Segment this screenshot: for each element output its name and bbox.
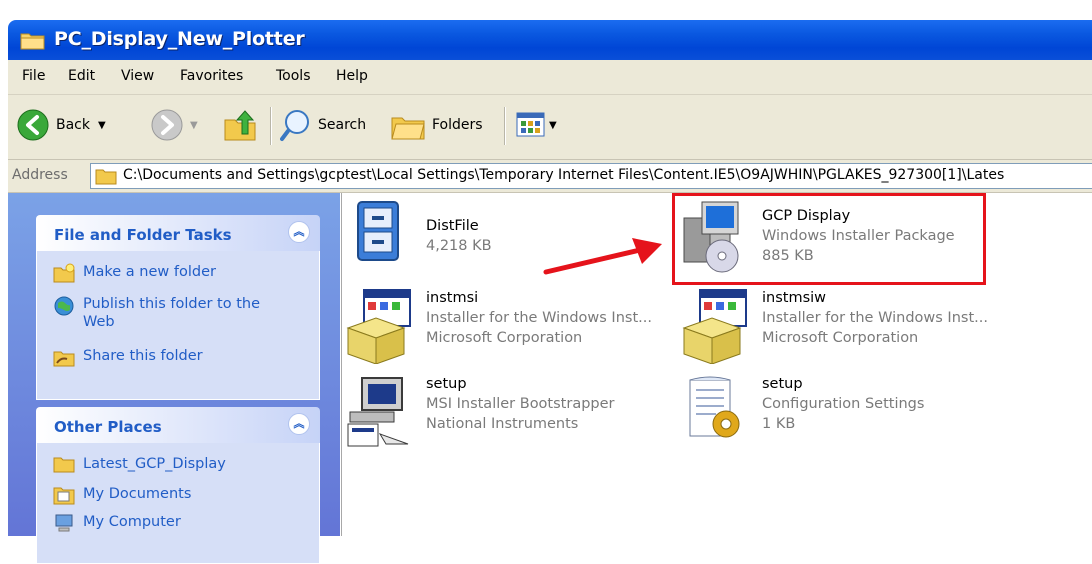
folder-icon bbox=[95, 169, 117, 185]
menu-view[interactable]: View bbox=[121, 68, 154, 84]
address-field[interactable]: C:\Documents and Settings\gcptest\Local … bbox=[90, 163, 1092, 189]
my-computer-icon bbox=[55, 514, 73, 532]
file-item-distfile[interactable]: DistFile 4,218 KB bbox=[352, 200, 492, 270]
panel-body: Latest_GCP_Display My Documents My Compu… bbox=[36, 443, 320, 564]
panel-title: Other Places bbox=[54, 418, 162, 436]
forward-arrow-icon bbox=[151, 109, 183, 141]
setup-computer-icon bbox=[347, 377, 409, 447]
task-label: Share this folder bbox=[83, 348, 203, 364]
file-size: 4,218 KB bbox=[426, 238, 492, 254]
folders-button[interactable]: Folders bbox=[390, 105, 483, 145]
up-folder-button[interactable] bbox=[222, 105, 258, 145]
menu-file[interactable]: File bbox=[22, 68, 45, 84]
panel-header[interactable]: File and Folder Tasks ︽ bbox=[36, 215, 320, 251]
file-item-setup-exe[interactable]: setup MSI Installer Bootstrapper Nationa… bbox=[346, 374, 615, 454]
installer-exe-icon bbox=[346, 289, 411, 365]
file-name: DistFile bbox=[426, 218, 479, 234]
highlight-box bbox=[672, 193, 986, 285]
share-folder-icon bbox=[53, 351, 75, 367]
folders-label: Folders bbox=[432, 117, 483, 133]
file-type: Configuration Settings bbox=[762, 396, 925, 412]
file-company: Microsoft Corporation bbox=[762, 330, 919, 346]
place-latest-gcp-display[interactable]: Latest_GCP_Display bbox=[53, 455, 226, 473]
views-dropdown-icon[interactable]: ▼ bbox=[549, 120, 557, 131]
file-item-instmsi[interactable]: instmsi Installer for the Windows Inst..… bbox=[346, 288, 652, 368]
place-label: My Documents bbox=[83, 486, 192, 502]
installer-exe-icon bbox=[682, 289, 747, 365]
file-name: instmsi bbox=[426, 290, 479, 306]
place-label: Latest_GCP_Display bbox=[83, 456, 226, 472]
my-documents-icon bbox=[53, 487, 75, 505]
back-button[interactable]: Back ▼ bbox=[16, 105, 106, 145]
panel-body: Make a new folder Publish this folder to… bbox=[36, 251, 320, 400]
window-title: PC_Display_New_Plotter bbox=[54, 28, 305, 50]
task-publish-folder[interactable]: Publish this folder to the Web bbox=[53, 295, 260, 331]
other-places-panel: Other Places ︽ Latest_GCP_Display My Doc… bbox=[36, 407, 320, 564]
address-label: Address bbox=[12, 167, 68, 183]
file-name: instmsiw bbox=[762, 290, 827, 306]
folders-icon bbox=[391, 117, 425, 140]
toolbar-separator bbox=[270, 107, 272, 145]
publish-web-icon bbox=[54, 296, 74, 316]
views-icon bbox=[516, 112, 545, 137]
views-button[interactable]: ▼ bbox=[516, 105, 557, 145]
red-arrow-icon bbox=[543, 238, 662, 275]
place-my-computer[interactable]: My Computer bbox=[53, 513, 181, 533]
file-item-setup-config[interactable]: setup Configuration Settings 1 KB bbox=[682, 374, 924, 454]
config-settings-icon bbox=[689, 376, 740, 438]
file-description: MSI Installer Bootstrapper bbox=[426, 396, 615, 412]
task-make-new-folder[interactable]: Make a new folder bbox=[53, 263, 216, 283]
folder-icon bbox=[20, 33, 45, 50]
menu-bar: File Edit View Favorites Tools Help bbox=[8, 60, 1092, 95]
cabinet-file-icon bbox=[357, 201, 399, 261]
search-label: Search bbox=[318, 117, 367, 133]
task-label: Publish this folder to the Web bbox=[83, 296, 261, 330]
back-arrow-icon bbox=[17, 109, 49, 141]
up-folder-icon bbox=[224, 110, 256, 141]
address-path: C:\Documents and Settings\gcptest\Local … bbox=[123, 167, 1005, 183]
file-name: setup bbox=[762, 376, 803, 392]
search-button[interactable]: Search bbox=[280, 105, 366, 145]
place-label: My Computer bbox=[83, 514, 181, 530]
file-item-instmsiw[interactable]: instmsiw Installer for the Windows Inst.… bbox=[682, 288, 988, 368]
address-bar: Address C:\Documents and Settings\gcptes… bbox=[8, 160, 1092, 193]
file-size: 1 KB bbox=[762, 416, 796, 432]
window-titlebar[interactable]: PC_Display_New_Plotter bbox=[8, 20, 1092, 60]
toolbar-separator bbox=[504, 107, 506, 145]
collapse-chevron-icon[interactable]: ︽ bbox=[288, 221, 310, 243]
file-description: Installer for the Windows Inst... bbox=[426, 310, 652, 326]
place-my-documents[interactable]: My Documents bbox=[53, 485, 191, 505]
file-name: setup bbox=[426, 376, 467, 392]
file-company: Microsoft Corporation bbox=[426, 330, 583, 346]
file-company: National Instruments bbox=[426, 416, 579, 432]
back-label: Back bbox=[56, 117, 90, 133]
collapse-chevron-icon[interactable]: ︽ bbox=[288, 413, 310, 435]
screen-top-strip bbox=[0, 0, 1092, 20]
menu-tools[interactable]: Tools bbox=[276, 68, 311, 84]
menu-favorites[interactable]: Favorites bbox=[180, 68, 243, 84]
search-icon bbox=[280, 110, 309, 141]
menu-edit[interactable]: Edit bbox=[68, 68, 95, 84]
forward-dropdown-icon[interactable]: ▼ bbox=[190, 120, 198, 131]
task-share-folder[interactable]: Share this folder bbox=[53, 347, 203, 367]
standard-toolbar: Back ▼ ▼ Search Folders ▼ bbox=[8, 95, 1092, 160]
task-pane: File and Folder Tasks ︽ Make a new folde… bbox=[8, 193, 340, 564]
back-dropdown-icon[interactable]: ▼ bbox=[98, 120, 106, 131]
file-description: Installer for the Windows Inst... bbox=[762, 310, 988, 326]
file-folder-tasks-panel: File and Folder Tasks ︽ Make a new folde… bbox=[36, 215, 320, 400]
forward-button[interactable]: ▼ bbox=[150, 105, 198, 145]
panel-header[interactable]: Other Places ︽ bbox=[36, 407, 320, 443]
folder-icon bbox=[53, 457, 75, 473]
new-folder-icon bbox=[53, 263, 75, 283]
task-label: Make a new folder bbox=[83, 264, 216, 280]
panel-title: File and Folder Tasks bbox=[54, 226, 232, 244]
menu-help[interactable]: Help bbox=[336, 68, 368, 84]
